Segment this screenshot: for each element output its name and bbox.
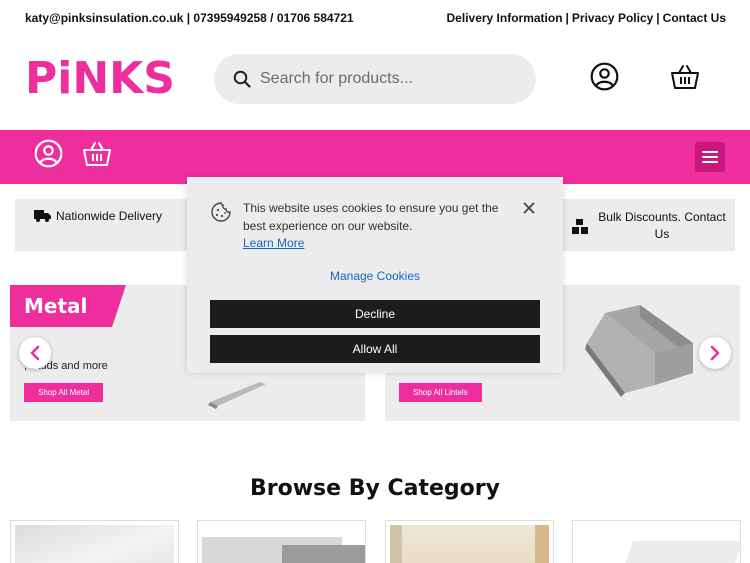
top-bar: katy@pinksinsulation.co.uk | 07395949258…: [0, 0, 750, 36]
lintel-product-image: [585, 305, 693, 397]
carousel-prev-button[interactable]: [19, 337, 51, 369]
top-links: Delivery Information | Privacy Policy | Cont…: [447, 11, 726, 25]
menu-button[interactable]: [695, 142, 725, 172]
category-card[interactable]: [197, 520, 366, 563]
browse-title: Browse By Category: [250, 476, 500, 501]
hamburger-icon: [702, 161, 718, 163]
site-logo[interactable]: PiNKS: [25, 54, 175, 104]
discounts-text: Bulk Discounts. Contact Us: [598, 210, 726, 241]
cookie-consent-dialog: This website uses cookies to ensure you …: [187, 177, 563, 373]
board-stack-shape: [620, 541, 740, 563]
close-icon[interactable]: [522, 201, 536, 215]
category-card[interactable]: [10, 520, 179, 563]
hamburger-icon: [702, 151, 718, 153]
category-card[interactable]: [385, 520, 554, 563]
shop-all-metal-button[interactable]: Shop All Metal: [24, 383, 104, 402]
search-icon[interactable]: [233, 70, 251, 88]
category-image: [390, 525, 549, 563]
metal-product-image: [208, 382, 266, 409]
chevron-right-icon: [710, 345, 720, 361]
user-circle-icon[interactable]: [34, 139, 63, 168]
delivery-text: Nationwide Delivery: [56, 209, 163, 223]
cookie-message: This website uses cookies to ensure you …: [243, 201, 499, 233]
manage-cookies-link[interactable]: Manage Cookies: [187, 269, 563, 283]
learn-more-link[interactable]: Learn More: [243, 236, 304, 250]
board-edge-shape: [535, 525, 549, 563]
carousel-next-button[interactable]: [699, 337, 731, 369]
basket-icon[interactable]: [82, 141, 112, 167]
allow-all-button[interactable]: Allow All: [210, 335, 540, 363]
insulation-board-shape: [282, 545, 365, 563]
delivery-information-link[interactable]: Delivery Information: [447, 11, 563, 25]
search-input[interactable]: [260, 66, 520, 92]
mobile-nav-bar: [0, 130, 750, 184]
contact-info: katy@pinksinsulation.co.uk | 07395949258…: [25, 11, 354, 25]
decline-button[interactable]: Decline: [210, 300, 540, 328]
privacy-policy-link[interactable]: Privacy Policy: [572, 11, 653, 25]
card-tag: Metal: [10, 285, 127, 327]
separator: |: [565, 11, 569, 25]
category-image: [15, 525, 174, 563]
category-image: [577, 525, 740, 563]
user-circle-icon[interactable]: [590, 62, 619, 91]
cookie-icon: [211, 202, 231, 222]
chevron-left-icon: [30, 345, 40, 361]
board-edge-shape: [390, 525, 402, 563]
hamburger-icon: [702, 156, 718, 158]
separator: |: [656, 11, 660, 25]
category-card[interactable]: [572, 520, 741, 563]
contact-us-link[interactable]: Contact Us: [663, 11, 726, 25]
shop-all-lintels-button[interactable]: Shop All Lintels: [399, 383, 482, 402]
truck-icon: [34, 210, 51, 222]
boxes-icon: [572, 219, 588, 234]
basket-icon[interactable]: [670, 64, 700, 90]
category-image: [202, 525, 365, 563]
search-bar[interactable]: [214, 54, 536, 104]
